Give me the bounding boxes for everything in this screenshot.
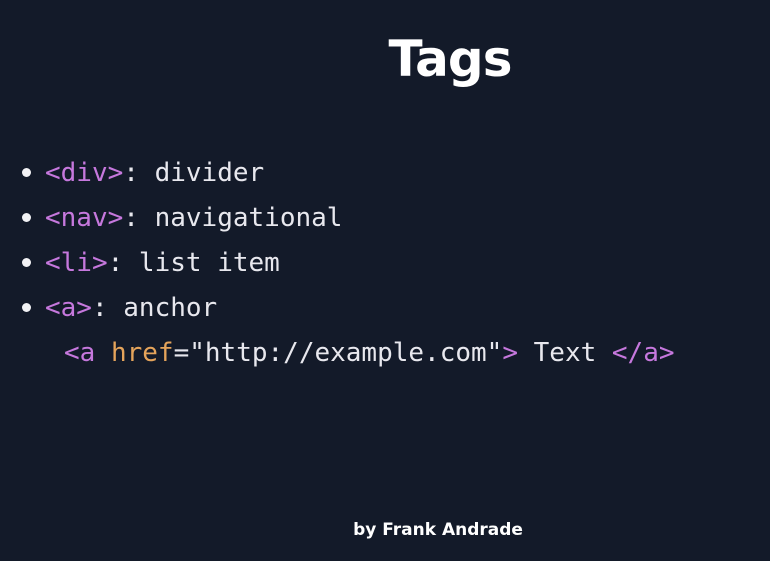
bullet-item-li: <li>: list item	[22, 240, 342, 285]
code-attr-value: ="http://example.com"	[173, 337, 503, 368]
bullet-dot-icon	[22, 168, 31, 177]
code-text: Text	[517, 337, 612, 368]
footer-author: by Frank Andrade	[353, 520, 523, 540]
bullet-tag: <div>	[45, 157, 124, 188]
code-close-tag: </a>	[611, 337, 675, 368]
bullet-tag: <nav>	[45, 202, 124, 233]
bullet-tag: <li>	[45, 247, 108, 278]
slide-title: Tags	[388, 30, 513, 88]
bullet-text: : list item	[107, 247, 280, 278]
code-open-tag-start: <a	[64, 337, 96, 368]
bullet-text: : divider	[123, 157, 265, 188]
code-open-tag-end: >	[502, 337, 518, 368]
bullet-text: : anchor	[91, 292, 218, 323]
bullet-item-nav: <nav>: navigational	[22, 195, 342, 240]
bullet-item-a: <a>: anchor	[22, 285, 342, 330]
bullet-dot-icon	[22, 258, 31, 267]
slide: Tags <div>: divider <nav>: navigational …	[0, 0, 770, 561]
bullet-tag: <a>	[45, 292, 92, 323]
bullet-dot-icon	[22, 213, 31, 222]
bullet-item-div: <div>: divider	[22, 150, 342, 195]
bullet-dot-icon	[22, 303, 31, 312]
code-example: <a href ="http://example.com" > Text </a>	[64, 330, 675, 375]
code-attr-name: href	[110, 337, 174, 368]
bullet-list: <div>: divider <nav>: navigational <li>:…	[22, 150, 342, 330]
bullet-text: : navigational	[123, 202, 343, 233]
